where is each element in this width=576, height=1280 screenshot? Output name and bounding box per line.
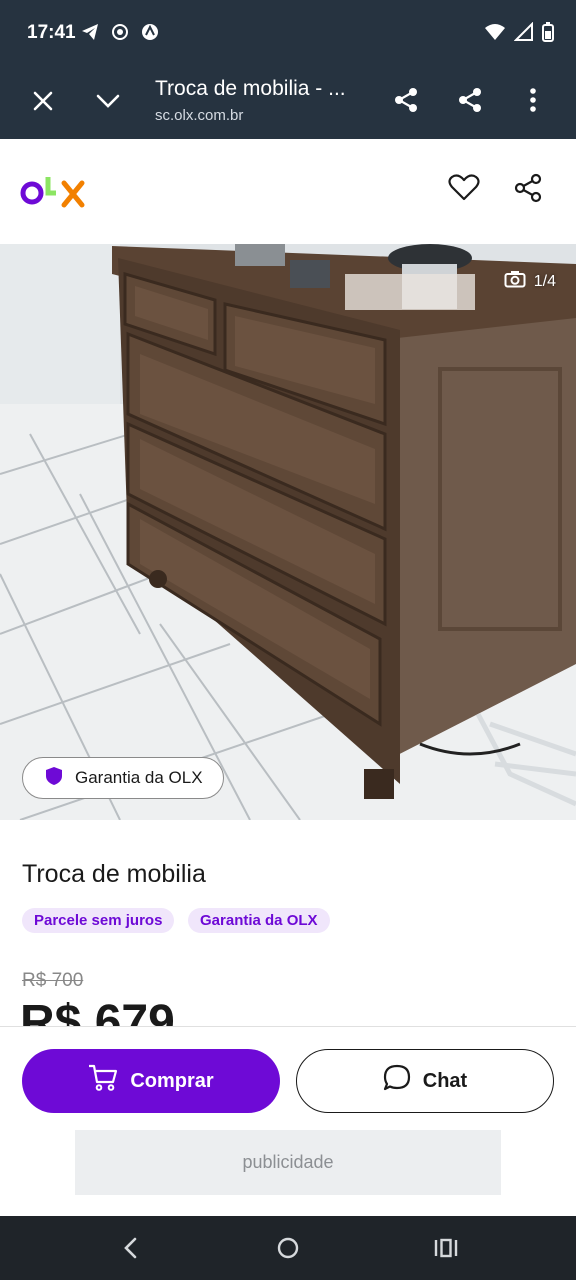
- cart-icon: [88, 1064, 118, 1098]
- guarantee-label: Garantia da OLX: [75, 768, 203, 787]
- vpn-icon: [140, 22, 160, 47]
- browser-toolbar: Troca de mobilia - ... sc.olx.com.br: [0, 64, 576, 139]
- guarantee-badge[interactable]: Garantia da OLX: [22, 757, 224, 799]
- telegram-icon: [80, 22, 100, 47]
- site-header: [0, 139, 576, 244]
- old-price: R$ 700: [22, 970, 84, 991]
- system-nav-bar: [0, 1216, 576, 1280]
- status-bar: 17:41: [0, 0, 576, 64]
- share-icon[interactable]: [392, 86, 420, 119]
- olx-logo[interactable]: [20, 169, 90, 214]
- browser-page-title: Troca de mobilia - ...: [155, 77, 346, 100]
- ad-placeholder[interactable]: publicidade: [75, 1130, 501, 1195]
- chat-button-label: Chat: [422, 1069, 468, 1092]
- cast-icon: [110, 22, 130, 47]
- tag-guarantee: Garantia da OLX: [188, 908, 330, 933]
- status-notification-icons: [80, 22, 160, 47]
- photo-counter-text: 1/4: [533, 272, 556, 290]
- back-icon[interactable]: [121, 1236, 141, 1265]
- close-icon[interactable]: [30, 88, 56, 119]
- tag-installments: Parcele sem juros: [22, 908, 175, 933]
- product-photo[interactable]: 1/4 Garantia da OLX: [0, 244, 576, 820]
- photo-counter: 1/4: [504, 270, 556, 293]
- chat-bubble-icon: [383, 1064, 411, 1098]
- chevron-down-icon[interactable]: [94, 88, 122, 119]
- action-bar: Comprar Chat publicidade: [0, 1026, 576, 1216]
- recent-apps-icon[interactable]: [433, 1236, 459, 1265]
- signal-icon: [513, 21, 534, 47]
- battery-icon: [542, 22, 554, 47]
- buy-button-label: Comprar: [130, 1069, 214, 1092]
- listing-details: Troca de mobilia Parcele sem juros Garan…: [0, 820, 576, 1026]
- heart-icon[interactable]: [448, 173, 480, 206]
- share-icon[interactable]: [513, 173, 543, 208]
- status-time: 17:41: [27, 22, 76, 43]
- status-system-icons: [484, 21, 554, 47]
- camera-icon: [504, 270, 526, 293]
- chat-button[interactable]: Chat: [296, 1049, 554, 1113]
- buy-button[interactable]: Comprar: [22, 1049, 280, 1113]
- share-icon[interactable]: [456, 86, 484, 119]
- price: R$ 679: [20, 996, 175, 1026]
- home-icon[interactable]: [276, 1236, 300, 1265]
- more-vert-icon[interactable]: [526, 86, 540, 119]
- wifi-icon: [484, 22, 506, 47]
- browser-url: sc.olx.com.br: [155, 107, 244, 124]
- shield-icon: [45, 766, 63, 791]
- dresser-image: [0, 244, 576, 820]
- listing-title: Troca de mobilia: [22, 860, 206, 888]
